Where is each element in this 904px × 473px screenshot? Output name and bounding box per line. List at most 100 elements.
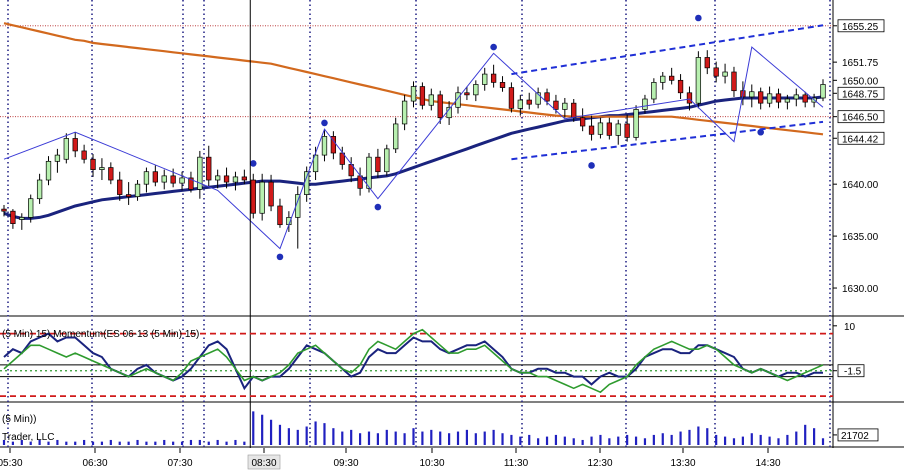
- volume-legend: (5 Min)): [2, 414, 36, 425]
- candle-down: [241, 176, 248, 181]
- price-tick-label: 1644.42: [842, 134, 879, 145]
- candle-up: [562, 102, 568, 110]
- candle-up: [134, 183, 141, 197]
- candle-down: [499, 82, 506, 88]
- candle-down: [108, 167, 114, 181]
- volume-legend: Trader, LLC: [2, 432, 54, 443]
- candle-down: [490, 73, 497, 83]
- candle-up: [410, 86, 417, 102]
- volume-tick-label: 21702: [841, 431, 869, 442]
- trading-chart: 1655.25 1651.75 1650.00 1648.75 1646.50 1644.…: [0, 0, 904, 473]
- candle-up: [36, 179, 43, 200]
- candle-down: [606, 122, 612, 136]
- candle-down: [544, 92, 550, 102]
- price-tick-label: 1648.75: [842, 89, 879, 100]
- swing-point: [321, 119, 328, 127]
- candle-up: [766, 93, 773, 104]
- candle-down: [713, 67, 719, 77]
- candle-up: [161, 175, 167, 183]
- candle-up: [597, 122, 604, 135]
- price-tick-label: 1646.50: [842, 113, 879, 124]
- momentum-tick-label: 10: [844, 322, 856, 333]
- candle-down: [10, 210, 16, 224]
- candle-down: [758, 91, 764, 104]
- candle-down: [125, 194, 132, 197]
- momentum-legend: (5 Min) 15) Momentum(ES 06-13 (5 Min) 15…: [2, 329, 199, 340]
- momentum-tick-label: -1.5: [844, 367, 862, 378]
- candle-up: [428, 94, 434, 106]
- candle-up: [473, 84, 479, 96]
- candle-up: [793, 94, 799, 100]
- candle-down: [704, 57, 710, 69]
- time-tick-label: 13:30: [670, 458, 695, 469]
- candle-down: [553, 100, 559, 110]
- time-tick-label: 08:30: [251, 458, 276, 469]
- candle-down: [775, 93, 782, 103]
- price-tick-label: 1651.75: [842, 58, 879, 69]
- candle-up: [197, 156, 203, 190]
- candle-up: [45, 160, 52, 181]
- swing-point: [695, 14, 702, 22]
- candle-up: [401, 100, 408, 125]
- swing-point: [249, 160, 257, 167]
- candle-down: [624, 123, 630, 138]
- candle-down: [508, 87, 515, 109]
- time-tick-label: 07:30: [167, 458, 192, 469]
- candle-up: [19, 217, 25, 220]
- price-tick-label: 1640.00: [842, 180, 879, 191]
- time-tick-label: 14:30: [755, 458, 780, 469]
- candle-up: [384, 148, 390, 173]
- time-tick-label: 06:30: [82, 458, 107, 469]
- candle-up: [54, 154, 61, 162]
- candle-down: [579, 117, 586, 127]
- candle-down: [72, 138, 78, 152]
- candle-down: [250, 179, 256, 214]
- time-tick-label: 05:30: [0, 458, 23, 469]
- candle-up: [393, 123, 399, 150]
- candle-up: [633, 109, 639, 138]
- candle-up: [232, 176, 239, 183]
- candle-up: [63, 138, 69, 160]
- candle-up: [660, 75, 666, 83]
- candle-down: [677, 79, 684, 94]
- price-tick-label: 1630.00: [842, 284, 879, 295]
- candle-up: [259, 181, 265, 214]
- candle-up: [615, 123, 621, 136]
- candle-up: [482, 73, 488, 85]
- candle-down: [81, 150, 87, 160]
- price-tick-label: 1655.25: [842, 22, 879, 33]
- candle-up: [784, 98, 791, 103]
- candle-up: [722, 71, 728, 77]
- candle-up: [28, 198, 34, 218]
- candle-down: [375, 156, 381, 173]
- price-tick-label: 1650.00: [842, 76, 879, 87]
- candle-down: [90, 158, 96, 170]
- candle-down: [223, 175, 230, 183]
- candle-up: [179, 177, 185, 184]
- time-tick-label: 12:30: [587, 458, 612, 469]
- candle-down: [669, 75, 675, 81]
- candle-down: [170, 175, 176, 184]
- candle-up: [695, 57, 702, 104]
- candle-down: [588, 125, 595, 135]
- candle-up: [215, 175, 221, 181]
- candle-up: [642, 98, 648, 110]
- candle-down: [731, 71, 737, 92]
- candle-up: [99, 167, 105, 170]
- candle-up: [366, 156, 372, 189]
- time-tick-label: 10:30: [419, 458, 444, 469]
- candle-down: [571, 102, 577, 119]
- candle-down: [1, 208, 7, 212]
- candle-down: [152, 171, 158, 183]
- swing-point: [490, 43, 497, 51]
- candle-up: [517, 99, 523, 109]
- candle-down: [526, 99, 532, 105]
- candle-up: [749, 91, 755, 98]
- candle-down: [277, 205, 283, 226]
- candle-down: [437, 94, 443, 119]
- candle-down: [802, 94, 808, 103]
- swing-point: [374, 203, 382, 211]
- candle-up: [651, 82, 657, 100]
- swing-point: [588, 162, 595, 169]
- swing-point: [276, 253, 284, 261]
